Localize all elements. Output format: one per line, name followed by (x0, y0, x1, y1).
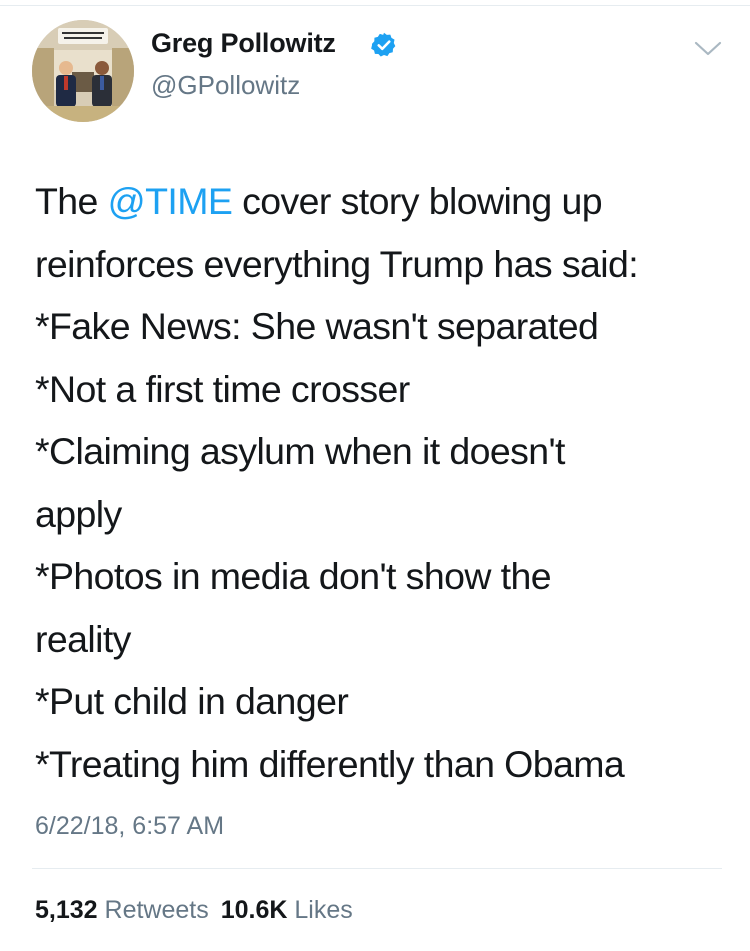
mention-link[interactable]: @TIME (108, 180, 233, 222)
retweets-count: 5,132 (35, 896, 98, 924)
author-display-name[interactable]: Greg Pollowitz (151, 28, 336, 59)
tweet-line: *Not a first time crosser (35, 367, 410, 410)
tweet-line: The @TIME cover story blowing up (35, 170, 735, 233)
avatar-image (32, 20, 134, 122)
tweet-text-prefix: The (35, 180, 108, 222)
likes-label: Likes (294, 896, 353, 924)
tweet-text: The @TIME cover story blowing up reinfor… (35, 170, 735, 795)
tweet-line: reality (35, 617, 131, 660)
tweet-line: apply (35, 492, 122, 535)
engagement-stats: 5,132 Retweets 10.6K Likes (35, 896, 353, 925)
tweet-timestamp[interactable]: 6/22/18, 6:57 AM (35, 812, 224, 841)
retweets-label: Retweets (104, 896, 209, 924)
chevron-down-icon[interactable] (693, 38, 723, 60)
tweet-line: *Fake News: She wasn't separated (35, 305, 599, 347)
likes-count: 10.6K (220, 896, 288, 924)
author-handle[interactable]: @GPollowitz (151, 70, 300, 101)
retweets-stat[interactable]: 5,132 Retweets (35, 896, 209, 924)
tweet-line: *Photos in media don't show the (35, 555, 552, 597)
top-divider (0, 5, 750, 6)
verified-badge-icon (371, 32, 396, 57)
likes-stat[interactable]: 10.6K Likes (221, 896, 353, 924)
avatar[interactable] (32, 20, 134, 122)
tweet-line: reinforces everything Trump has said: (35, 242, 639, 285)
stats-divider (32, 868, 722, 869)
tweet-text-suffix: cover story blowing up (232, 180, 603, 222)
tweet-line: *Treating him differently than Obama (35, 742, 625, 785)
tweet-line: *Put child in danger (35, 680, 349, 722)
tweet-line: *Claiming asylum when it doesn't (35, 430, 565, 472)
